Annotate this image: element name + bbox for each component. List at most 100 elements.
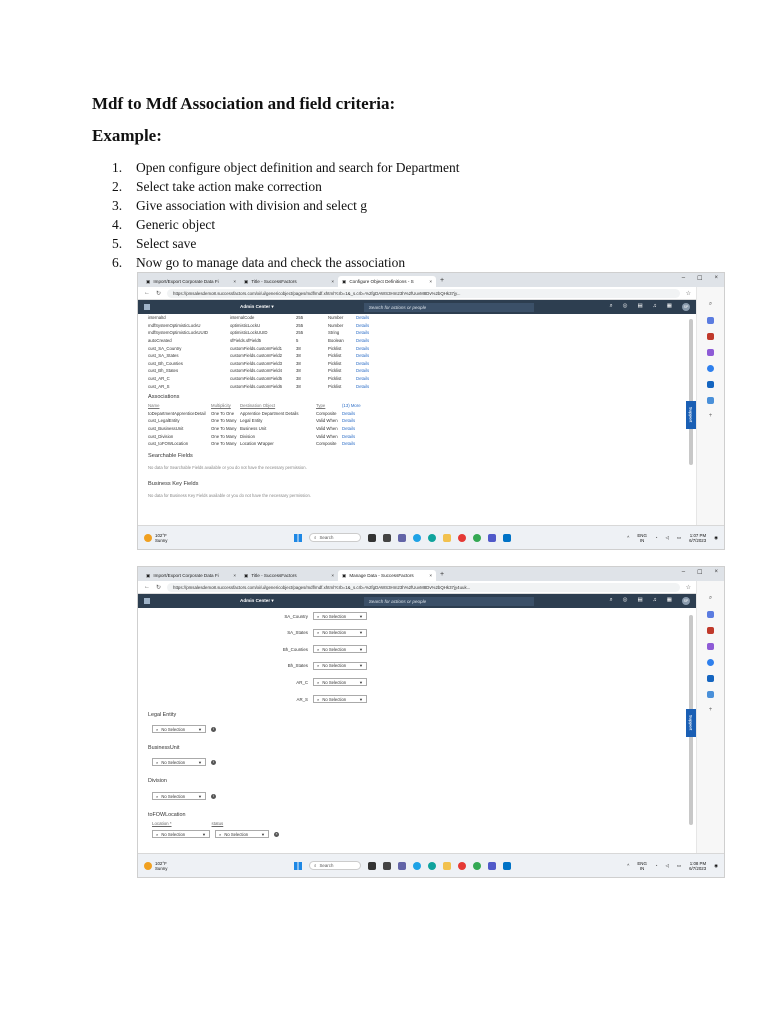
close-window-icon[interactable]: × xyxy=(714,275,718,282)
pen-app-icon[interactable] xyxy=(368,861,376,870)
clipboard-icon[interactable]: ▤ xyxy=(637,303,642,311)
store-app-icon[interactable] xyxy=(383,533,391,542)
new-tab-icon[interactable]: + xyxy=(436,277,448,284)
chat-app-icon[interactable] xyxy=(398,533,406,542)
details-link[interactable]: Details xyxy=(356,367,369,375)
notification-icon[interactable]: ◉ xyxy=(714,535,718,541)
close-icon[interactable]: × xyxy=(233,573,236,578)
details-link[interactable]: Details xyxy=(356,314,369,322)
company-logo[interactable] xyxy=(144,598,150,604)
taskbar-search[interactable]: ⌕ Search xyxy=(309,861,361,870)
business-unit-select[interactable]: ⌕ No Selection ▼ xyxy=(152,758,206,766)
url-field[interactable]: https://pmsalesdemo8.successfactors.com/… xyxy=(167,288,680,298)
location-select[interactable]: ⌕ No Selection ▼ xyxy=(152,830,210,838)
details-link[interactable]: Details xyxy=(342,432,361,440)
remove-icon[interactable]: × xyxy=(274,831,279,837)
details-link[interactable]: Details xyxy=(356,352,369,360)
close-icon[interactable]: × xyxy=(233,279,236,284)
browser-tab[interactable]: ▣ Import/Export Corporate Data Fi × xyxy=(142,570,240,581)
details-link[interactable]: Details xyxy=(356,344,369,352)
picklist-select[interactable]: ⌕ No Selection ▼ xyxy=(313,628,367,637)
search-icon[interactable]: ⌕ xyxy=(610,597,613,605)
division-select[interactable]: ⌕ No Selection ▼ xyxy=(152,792,206,800)
opera-app-icon[interactable] xyxy=(458,861,466,870)
star-icon[interactable]: ☆ xyxy=(686,290,691,297)
avatar[interactable]: SP xyxy=(682,303,690,311)
search-icon[interactable]: ⌕ xyxy=(610,303,613,311)
chevron-up-icon[interactable]: ^ xyxy=(627,535,629,540)
edge-app-icon[interactable] xyxy=(428,533,436,542)
global-search-input[interactable]: Search for actions or people xyxy=(363,596,534,606)
browser-tab-active[interactable]: ▣ Manage Data - SuccessFactors × xyxy=(338,570,436,581)
circle-icon[interactable] xyxy=(707,659,714,666)
clock[interactable]: 1:08 PM 6/7/2023 xyxy=(689,861,706,871)
close-icon[interactable]: × xyxy=(429,573,432,578)
browser-tab[interactable]: ▣ Title - SuccessFactors × xyxy=(240,276,338,287)
star-icon[interactable]: ☆ xyxy=(686,584,691,591)
reload-icon[interactable]: ↻ xyxy=(156,290,161,297)
details-link[interactable]: Details xyxy=(356,329,369,337)
chrome-app-icon[interactable] xyxy=(473,533,481,542)
outlook-icon[interactable] xyxy=(707,381,714,388)
url-field[interactable]: https://pmsalesdemo8.successfactors.com/… xyxy=(167,582,680,592)
tag-icon[interactable] xyxy=(707,611,714,618)
outlook-icon[interactable] xyxy=(707,675,714,682)
details-link[interactable]: Details xyxy=(356,375,369,383)
store-app-icon[interactable] xyxy=(383,861,391,870)
search-icon[interactable]: ⌕ xyxy=(709,301,712,308)
support-button[interactable]: Support xyxy=(686,401,696,429)
chat-app-icon[interactable] xyxy=(398,861,406,870)
picklist-select[interactable]: ⌕ No Selection ▼ xyxy=(313,678,367,687)
add-icon[interactable]: + xyxy=(709,707,713,713)
browser-tab[interactable]: ▣ Import/Export Corporate Data Fi × xyxy=(142,276,240,287)
clipboard-icon[interactable]: ▤ xyxy=(637,597,642,605)
weather-widget[interactable]: 102°F Sunny xyxy=(144,533,274,543)
add-icon[interactable]: + xyxy=(709,413,713,419)
people-icon[interactable] xyxy=(707,643,714,650)
edge-app-icon[interactable] xyxy=(428,861,436,870)
browser-tab[interactable]: ▣ Title - SuccessFactors × xyxy=(240,570,338,581)
close-icon[interactable]: × xyxy=(429,279,432,284)
teams-app-icon[interactable] xyxy=(488,861,496,870)
global-search-input[interactable]: Search for actions or people xyxy=(363,302,534,312)
new-tab-icon[interactable]: + xyxy=(436,571,448,578)
wifi-icon[interactable]: ◔ xyxy=(655,863,658,868)
back-icon[interactable]: ← xyxy=(144,290,150,296)
reload-icon[interactable]: ↻ xyxy=(156,584,161,591)
column-header[interactable]: Type xyxy=(316,402,342,410)
outlook-app-icon[interactable] xyxy=(503,861,511,870)
details-link[interactable]: Details xyxy=(356,337,369,345)
search-icon[interactable]: ⌕ xyxy=(709,595,712,602)
circle-icon[interactable] xyxy=(707,365,714,372)
back-icon[interactable]: ← xyxy=(144,584,150,590)
column-header[interactable]: Multiplicity xyxy=(211,402,240,410)
windows-start-icon[interactable] xyxy=(294,533,302,542)
admin-center-menu[interactable]: Admin Center ▾ xyxy=(240,304,274,310)
skype-app-icon[interactable] xyxy=(413,861,421,870)
details-link[interactable]: Details xyxy=(342,425,361,433)
company-logo[interactable] xyxy=(144,304,150,310)
briefcase-icon[interactable] xyxy=(707,333,714,340)
maximize-icon[interactable]: ☐ xyxy=(697,569,702,576)
details-link[interactable]: Details xyxy=(342,440,361,448)
browser-tab-active[interactable]: ▣ Configure Object Definitions - S × xyxy=(338,276,436,287)
close-icon[interactable]: × xyxy=(331,279,334,284)
column-header[interactable]: Name xyxy=(148,402,211,410)
plane-icon[interactable] xyxy=(707,691,714,698)
chevron-up-icon[interactable]: ^ xyxy=(627,863,629,868)
picklist-select[interactable]: ⌕ No Selection ▼ xyxy=(313,612,367,620)
close-window-icon[interactable]: × xyxy=(714,569,718,576)
minimize-icon[interactable]: – xyxy=(682,275,685,282)
picklist-select[interactable]: ⌕ No Selection ▼ xyxy=(313,695,367,703)
teams-app-icon[interactable] xyxy=(488,533,496,542)
admin-center-menu[interactable]: Admin Center ▾ xyxy=(240,598,274,604)
scrollbar[interactable] xyxy=(689,319,693,465)
info-icon[interactable]: i xyxy=(211,726,216,732)
picklist-select[interactable]: ⌕ No Selection ▼ xyxy=(313,661,367,670)
info-icon[interactable]: i xyxy=(211,793,216,799)
maximize-icon[interactable]: ☐ xyxy=(697,275,702,282)
grid-icon[interactable]: ▦ xyxy=(667,303,672,311)
notification-icon[interactable]: ◉ xyxy=(714,863,718,869)
briefcase-icon[interactable] xyxy=(707,627,714,634)
close-icon[interactable]: × xyxy=(331,573,334,578)
